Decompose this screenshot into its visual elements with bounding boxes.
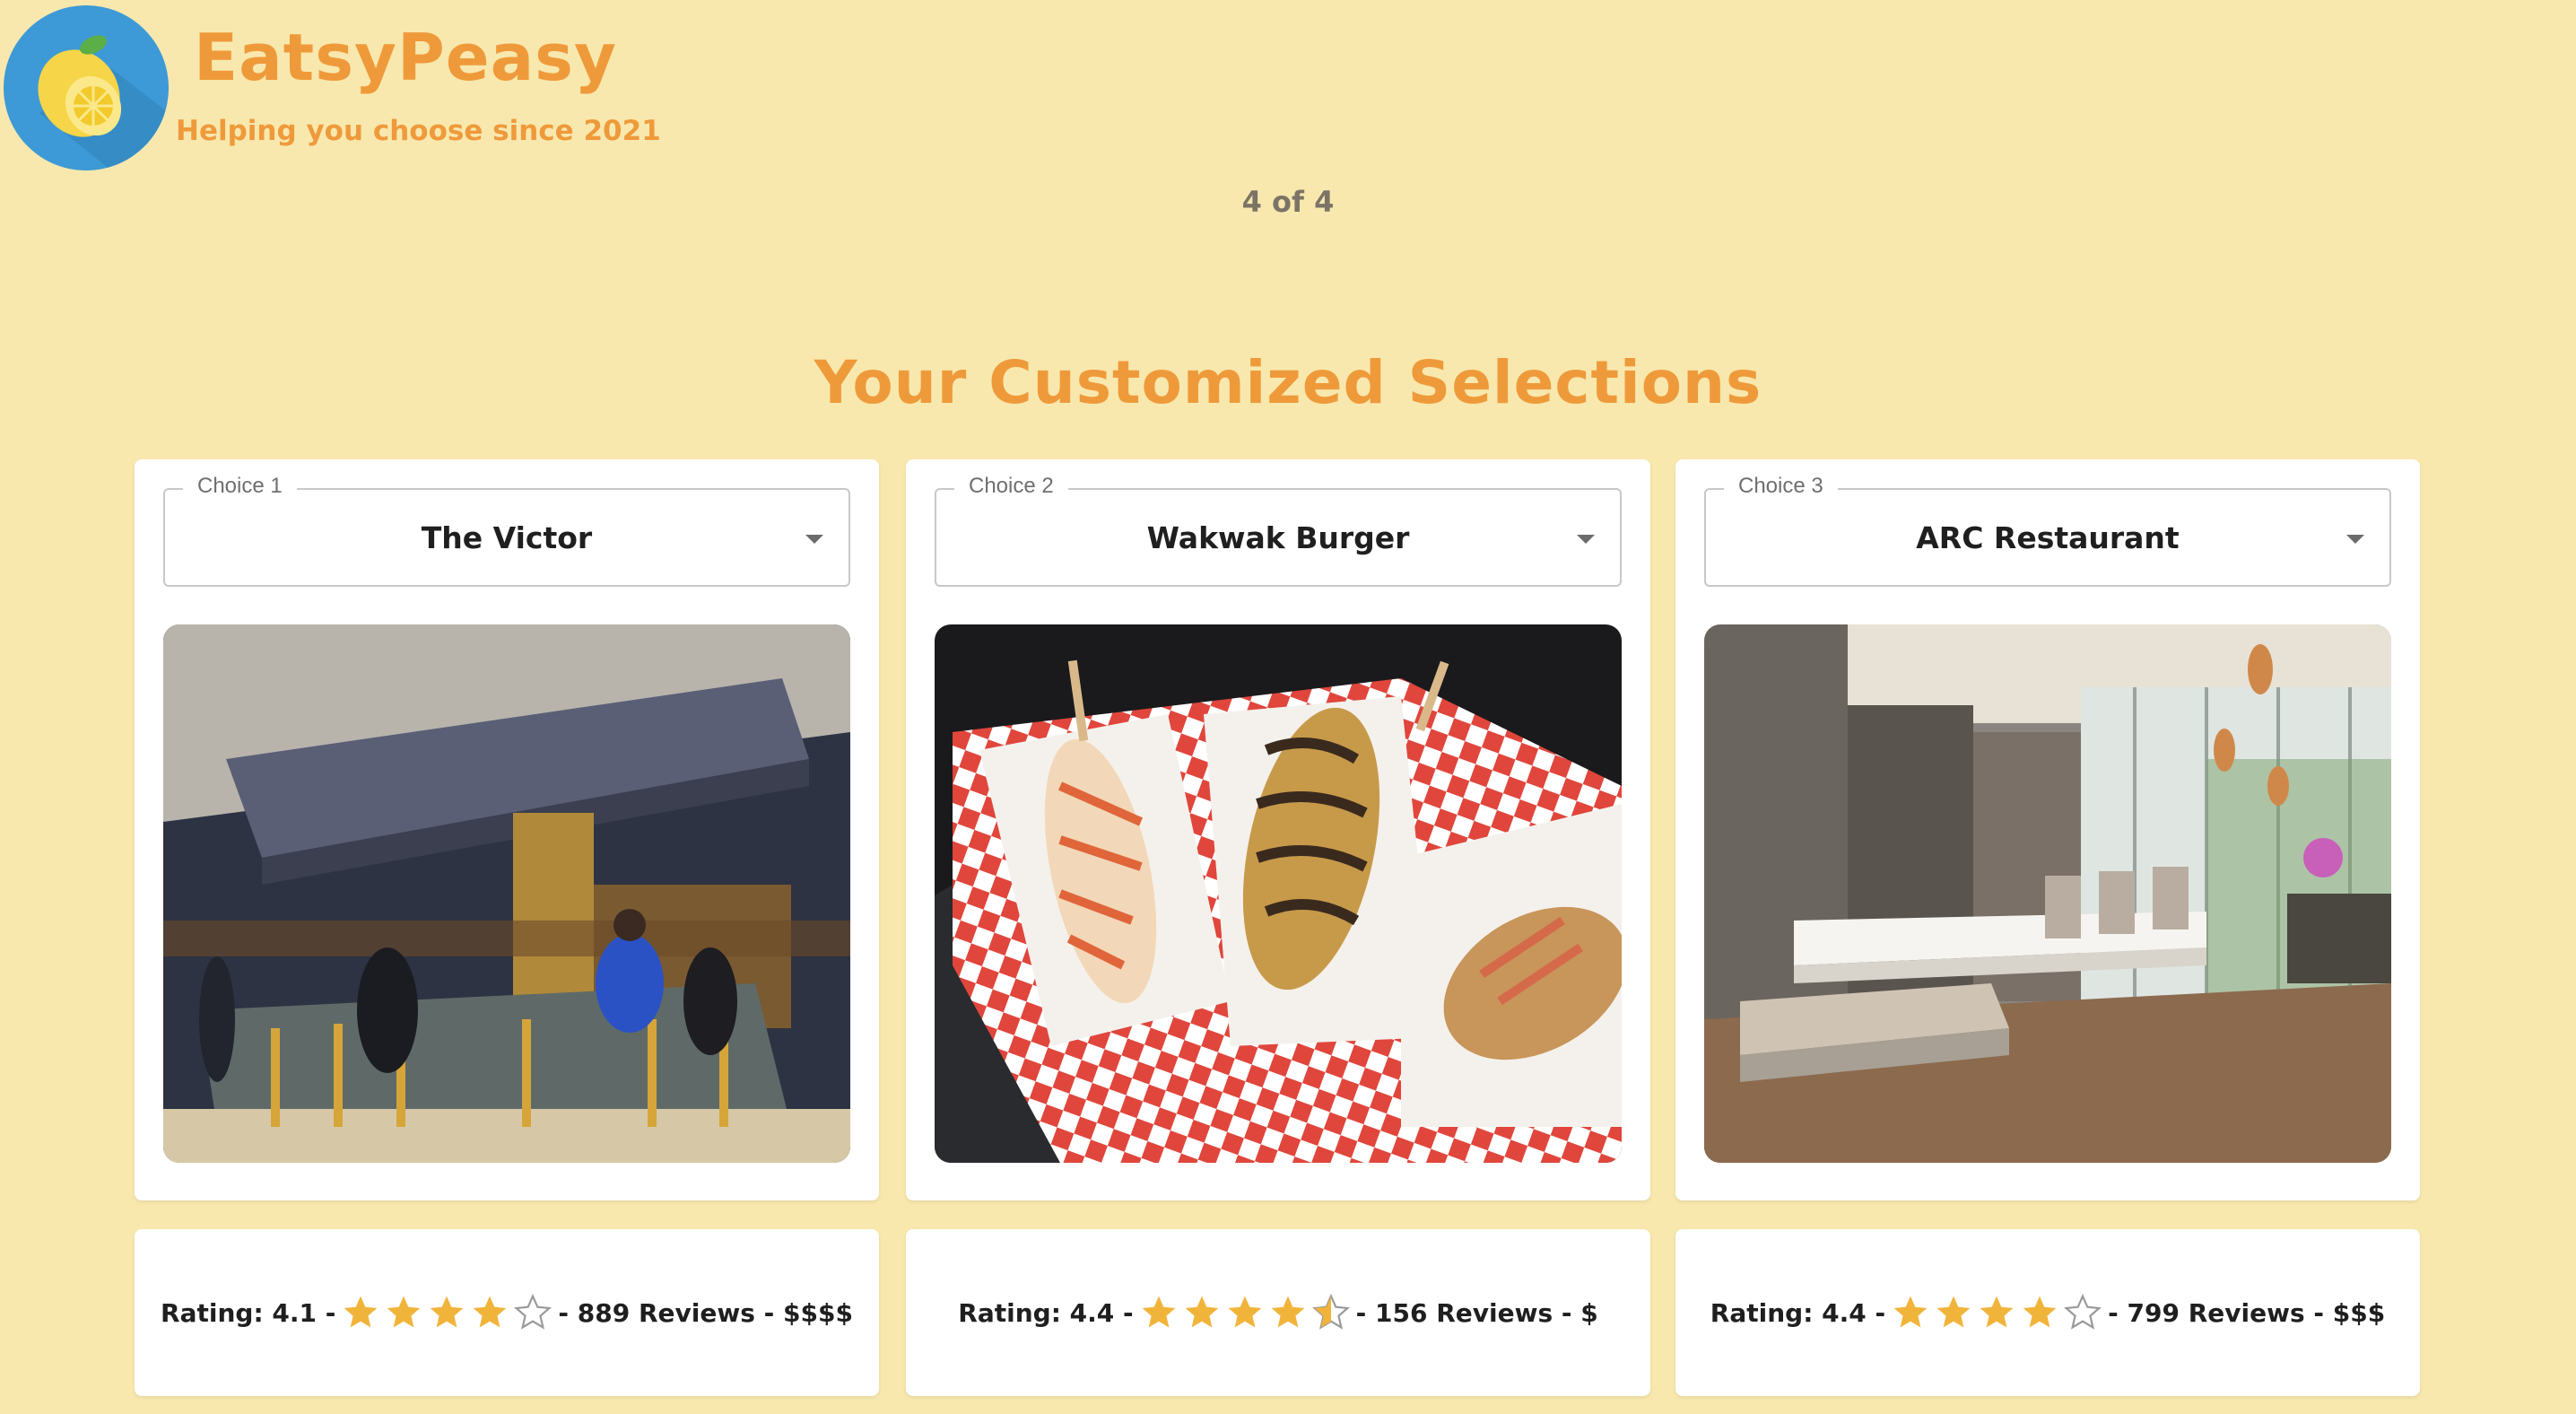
brand-name: EatsyPeasy (194, 20, 617, 95)
star-half-icon (1311, 1293, 1350, 1330)
choice-3-selected-value: ARC Restaurant (1916, 519, 2180, 555)
rating-prefix: Rating: 4.1 - (161, 1297, 336, 1328)
star-filled-icon (1271, 1296, 1304, 1328)
choice-3-select[interactable]: Choice 3 ARC Restaurant (1704, 474, 2391, 587)
choice-1-photo (163, 624, 850, 1163)
choice-card-2: Choice 2 Wakwak Burger (906, 459, 1650, 1200)
star-filled-icon (1980, 1296, 2014, 1328)
star-filled-icon (474, 1296, 507, 1328)
choice-3-photo (1704, 624, 2391, 1163)
rating-card-3: Rating: 4.4 - - 799 Reviews - $$$ (1675, 1229, 2420, 1396)
star-rating (339, 1293, 554, 1332)
star-filled-icon (1185, 1296, 1218, 1328)
rating-prefix: Rating: 4.4 - (1710, 1297, 1886, 1328)
chevron-down-icon[interactable] (2346, 535, 2364, 544)
choice-card-1: Choice 1 The Victor (135, 459, 879, 1200)
star-filled-icon (1142, 1296, 1175, 1328)
star-rating (1137, 1293, 1353, 1332)
choice-card-3: Choice 3 ARC Restaurant (1675, 459, 2420, 1200)
rating-suffix: - 889 Reviews - $$$$ (558, 1297, 853, 1328)
section-title: Your Customized Selections (814, 348, 1762, 417)
tagline: Helping you choose since 2021 (176, 115, 661, 147)
choice-1-select[interactable]: Choice 1 The Victor (163, 474, 850, 587)
lemon-icon (4, 5, 169, 170)
choice-1-selected-value: The Victor (421, 519, 593, 555)
star-filled-icon (1893, 1296, 1928, 1328)
star-empty-icon (514, 1293, 553, 1330)
star-rating (1889, 1293, 2104, 1332)
choice-2-select[interactable]: Choice 2 Wakwak Burger (935, 474, 1622, 587)
star-empty-icon (2064, 1293, 2102, 1330)
star-filled-icon (1936, 1296, 1971, 1328)
logo[interactable] (4, 5, 169, 170)
rating-prefix: Rating: 4.4 - (958, 1297, 1134, 1328)
star-filled-icon (2023, 1296, 2057, 1328)
rating-suffix: - 799 Reviews - $$$ (2108, 1297, 2386, 1328)
rating-card-2: Rating: 4.4 - - 156 Reviews - $ (906, 1229, 1650, 1396)
chevron-down-icon[interactable] (805, 535, 823, 544)
chevron-down-icon[interactable] (1577, 535, 1595, 544)
star-filled-icon (431, 1296, 464, 1328)
rating-suffix: - 156 Reviews - $ (1355, 1297, 1598, 1328)
star-filled-icon (1228, 1296, 1261, 1328)
star-filled-icon (387, 1296, 421, 1328)
rating-card-1: Rating: 4.1 - - 889 Reviews - $$$$ (135, 1229, 879, 1396)
choice-2-selected-value: Wakwak Burger (1146, 519, 1410, 555)
star-filled-icon (344, 1296, 378, 1328)
choice-2-photo (935, 624, 1622, 1163)
progress-indicator: 4 of 4 (1241, 185, 1335, 219)
